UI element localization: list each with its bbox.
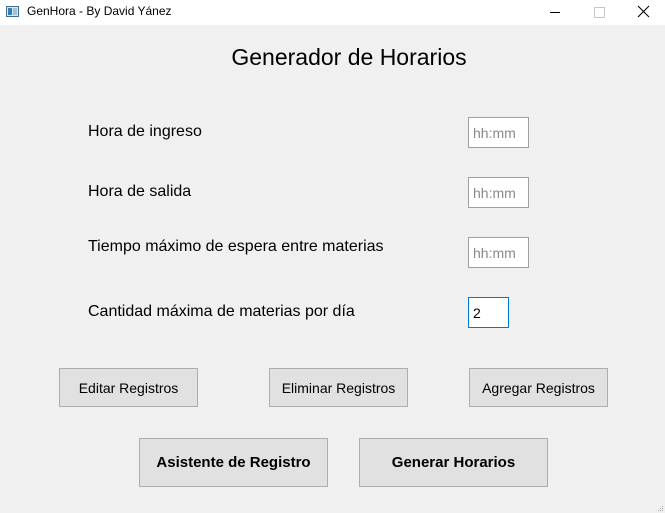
exit-time-input[interactable] (468, 177, 529, 208)
app-window: GenHora - By David Yánez Generador de Ho… (0, 0, 665, 513)
app-icon (6, 6, 19, 17)
max-subjects-label: Cantidad máxima de materias por día (88, 303, 355, 320)
window-title: GenHora - By David Yánez (27, 4, 172, 18)
close-icon (637, 5, 650, 18)
minimize-button[interactable] (531, 0, 577, 25)
registration-wizard-button[interactable]: Asistente de Registro (139, 438, 328, 487)
entry-time-label: Hora de ingreso (88, 123, 202, 140)
resize-grip-icon[interactable] (658, 506, 664, 512)
minimize-icon (550, 12, 560, 13)
close-button[interactable] (619, 0, 665, 25)
exit-time-label: Hora de salida (88, 183, 192, 200)
generate-schedules-button[interactable]: Generar Horarios (359, 438, 548, 487)
delete-records-button[interactable]: Eliminar Registros (269, 368, 408, 407)
max-subjects-input[interactable] (468, 297, 509, 328)
add-records-button[interactable]: Agregar Registros (469, 368, 608, 407)
entry-time-input[interactable] (468, 117, 529, 148)
edit-records-button[interactable]: Editar Registros (59, 368, 198, 407)
max-wait-label: Tiempo máximo de espera entre materias (88, 238, 384, 255)
maximize-button[interactable] (577, 0, 623, 25)
page-title: Generador de Horarios (231, 44, 467, 70)
max-wait-input[interactable] (468, 237, 529, 268)
title-bar[interactable]: GenHora - By David Yánez (0, 0, 665, 25)
maximize-icon (594, 7, 605, 18)
